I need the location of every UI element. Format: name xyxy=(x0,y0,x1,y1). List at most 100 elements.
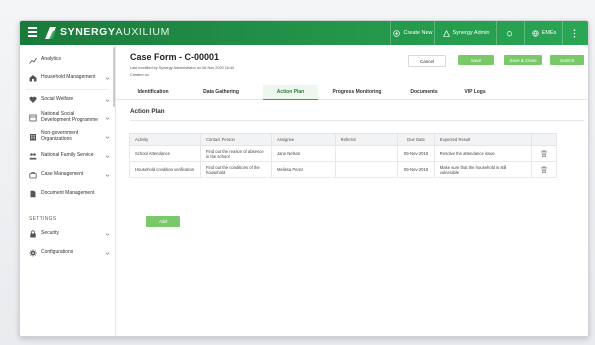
trash-icon[interactable] xyxy=(541,149,547,157)
section-title: Action Plan xyxy=(130,108,165,115)
sidebar-item-label: National Family Service xyxy=(41,152,94,159)
settings-section-heading: SETTINGS xyxy=(29,216,57,222)
sidebar-item-document-management[interactable]: Document Management xyxy=(20,185,115,203)
trash-icon[interactable] xyxy=(541,165,547,173)
sidebar-item-non-government-organizations[interactable]: Non-government Organizations xyxy=(20,128,115,146)
programme-icon xyxy=(29,114,37,122)
table-header-row: Activity Contact Person Assignee Referra… xyxy=(129,133,558,146)
sidebar-item-security[interactable]: Security xyxy=(20,225,115,243)
activity-cell: Household condition verification xyxy=(129,161,201,178)
created-on-text: Created on xyxy=(130,73,149,77)
save-button[interactable]: Save xyxy=(458,55,494,65)
chevron-down-icon xyxy=(105,232,110,236)
family-icon xyxy=(29,152,37,160)
globe-icon xyxy=(532,29,539,37)
brand-name: SYNERGYAUXILIUM xyxy=(60,26,170,38)
sidebar-item-analytics[interactable]: Analytics xyxy=(20,51,115,69)
emails-button[interactable]: EMEs xyxy=(524,21,563,45)
row-actions-cell xyxy=(530,161,558,178)
brand-light: AUXILIUM xyxy=(115,26,170,38)
home-icon xyxy=(29,74,37,82)
expected-result-cell: Make sure that the household is still vu… xyxy=(433,161,532,178)
create-new-label: Create New xyxy=(403,30,433,36)
submit-button[interactable]: Submit xyxy=(550,55,584,65)
tab-progress-monitoring[interactable]: Progress Monitoring xyxy=(321,85,393,99)
organization-icon xyxy=(29,133,37,141)
table-row[interactable]: School Attendance Find out the reason of… xyxy=(129,145,558,162)
chevron-down-icon xyxy=(105,251,110,255)
bell-icon xyxy=(507,30,512,37)
sidebar-item-label: Security xyxy=(41,230,60,237)
sidebar-item-label: Case Management xyxy=(41,171,84,178)
tab-action-plan[interactable]: Action Plan xyxy=(263,85,318,100)
chart-icon xyxy=(29,56,37,64)
column-header[interactable]: Referral xyxy=(334,133,399,146)
synergy-logo-icon xyxy=(45,27,56,39)
sidebar-item-social-welfare[interactable]: Social Welfare xyxy=(20,91,115,109)
gear-icon xyxy=(29,249,37,257)
sidebar-divider xyxy=(26,89,109,90)
referral-cell xyxy=(334,161,399,178)
column-header[interactable]: Assignee xyxy=(270,133,336,146)
tab-identification[interactable]: Identification xyxy=(126,85,180,99)
tab-documents[interactable]: Documents xyxy=(400,85,448,99)
chevron-down-icon xyxy=(105,154,110,158)
save-and-close-button[interactable]: Save & Close xyxy=(504,55,542,65)
welfare-icon xyxy=(29,96,37,104)
table-row[interactable]: Household condition verification Find ou… xyxy=(129,161,558,178)
expected-result-cell: Resolve the attendance issue xyxy=(433,145,532,162)
brand-bold: SYNERGY xyxy=(60,26,116,38)
sidebar-item-national-family-service[interactable]: National Family Service xyxy=(20,147,115,165)
create-new-button[interactable]: Create New xyxy=(390,21,435,45)
sidebar-item-case-management[interactable]: Case Management xyxy=(20,166,115,184)
main-content: Case Form - C-00001 Last modified by Syn… xyxy=(116,45,588,336)
tab-data-gathering[interactable]: Data Gathering xyxy=(193,85,249,99)
sidebar: Analytics Household Management Social We… xyxy=(20,45,116,336)
lock-icon xyxy=(29,230,37,238)
activity-cell: School Attendance xyxy=(129,145,201,162)
add-activity-button[interactable]: Add xyxy=(146,216,180,227)
assignee-cell: Jane Nelson xyxy=(270,145,336,162)
column-header[interactable]: Activity xyxy=(129,133,201,146)
cancel-button[interactable]: Cancel xyxy=(408,55,446,67)
contact-person-cell: Find out the reason of absence in the sc… xyxy=(199,145,272,162)
due-date-cell: 09-Nov-2018 xyxy=(397,145,435,162)
column-header[interactable]: Due Date xyxy=(397,133,435,146)
user-name-label: Synergy Admin xyxy=(452,30,490,36)
column-header xyxy=(530,133,558,146)
sidebar-item-label: Social Welfare xyxy=(41,96,74,103)
plus-circle-icon xyxy=(393,29,401,37)
referral-cell xyxy=(334,145,399,162)
more-options-button[interactable] xyxy=(562,21,588,45)
column-header[interactable]: Expected Result xyxy=(433,133,532,146)
notifications-button[interactable] xyxy=(496,21,525,45)
chevron-down-icon xyxy=(105,98,110,102)
sidebar-item-national-social-development-programme[interactable]: National Social Development Programme xyxy=(20,109,115,127)
document-icon xyxy=(29,190,37,198)
column-header[interactable]: Contact Person xyxy=(199,133,272,146)
case-icon xyxy=(29,171,37,179)
warning-icon xyxy=(442,29,450,37)
section-divider xyxy=(130,120,584,121)
sidebar-item-label: Document Management xyxy=(41,190,95,197)
sidebar-item-label: Configurations xyxy=(41,249,74,256)
hamburger-menu-icon[interactable] xyxy=(28,27,37,39)
sidebar-item-label: Non-government Organizations xyxy=(41,130,79,142)
top-bar: SYNERGYAUXILIUM Create New Synergy Admin… xyxy=(20,21,588,45)
row-actions-cell xyxy=(530,145,558,162)
sidebar-item-household-management[interactable]: Household Management xyxy=(20,69,115,87)
tab-vip-logs[interactable]: VIP Logs xyxy=(453,85,497,99)
record-meta: Last modified by Synergy Administrator o… xyxy=(130,65,234,79)
chevron-down-icon xyxy=(105,116,110,120)
chevron-down-icon xyxy=(105,76,110,80)
sidebar-item-label: Analytics xyxy=(41,56,62,63)
user-menu-button[interactable]: Synergy Admin xyxy=(434,21,497,45)
app-window: SYNERGYAUXILIUM Create New Synergy Admin… xyxy=(19,20,589,337)
last-modified-text: Last modified by Synergy Administrator o… xyxy=(130,66,235,70)
contact-person-cell: Find out the conditions of the household xyxy=(199,161,272,178)
sidebar-item-configurations[interactable]: Configurations xyxy=(20,244,115,262)
assignee-cell: Melissa Perez xyxy=(270,161,336,178)
kebab-menu-icon xyxy=(573,28,576,38)
due-date-cell: 09-Nov-2018 xyxy=(397,161,435,178)
chevron-down-icon xyxy=(105,173,110,177)
